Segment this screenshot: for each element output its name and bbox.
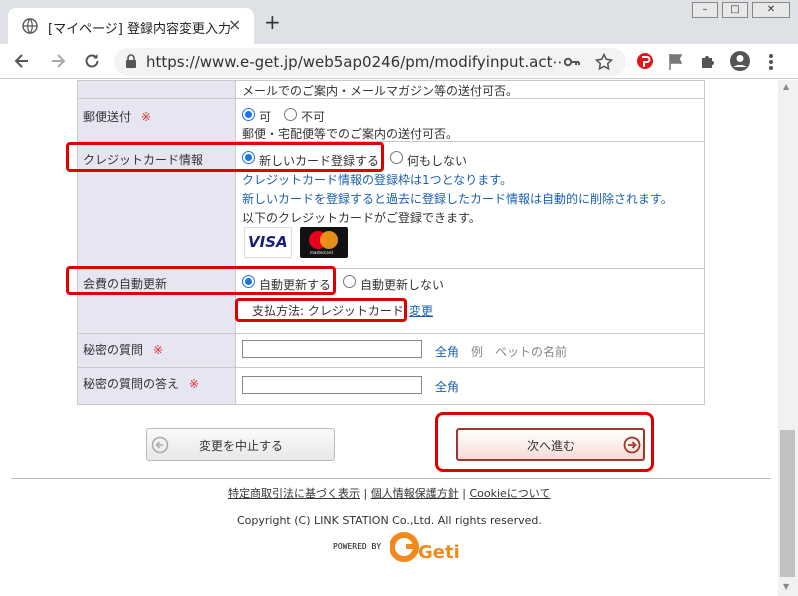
getii-logo: Getii [389, 530, 466, 564]
extensions-puzzle-icon[interactable] [699, 52, 717, 70]
cookie-link[interactable]: Cookieについて [469, 487, 550, 500]
secret-question-zen-hint: 全角 [435, 345, 460, 359]
tab-title: [マイページ] 登録内容変更入力 [48, 22, 232, 37]
privacy-policy-link[interactable]: 個人情報保護方針 [371, 487, 459, 500]
mastercard-logo: mastercard [300, 227, 348, 258]
postal-note: 郵便・宅配便等でのご案内の送付可否。 [242, 127, 459, 141]
cancel-button-label: 変更を中止する [199, 439, 284, 453]
no-auto-renew-label: 自動更新しない [360, 278, 445, 292]
row-divider [78, 333, 704, 334]
arrow-right-circle-icon [623, 436, 641, 454]
postal-no-radio[interactable] [284, 108, 297, 121]
flag-icon[interactable] [668, 53, 684, 71]
forward-icon[interactable] [48, 52, 68, 70]
highlight-credit-card [66, 142, 384, 172]
scroll-down-arrow-icon[interactable]: ▼ [783, 582, 789, 591]
no-change-radio[interactable] [390, 151, 403, 164]
visa-logo: VISA [244, 227, 292, 258]
svg-text:Getii: Getii [418, 542, 460, 563]
powered-by: POWERED BY [333, 542, 382, 551]
footer-separator: | [462, 487, 466, 500]
next-button[interactable]: 次へ進む [456, 428, 645, 461]
window-close-button[interactable]: ✕ [752, 2, 790, 18]
footer-divider [11, 478, 771, 479]
key-icon[interactable] [564, 55, 580, 69]
email-note: メールでのご案内・メールマガジン等の送付可否。 [242, 84, 519, 98]
vertical-scrollbar[interactable]: ▲ ▼ [778, 80, 798, 596]
footer-links: 特定商取引法に基づく表示 | 個人情報保護方針 | Cookieについて [228, 485, 550, 501]
footer-separator: | [363, 487, 368, 500]
secret-answer-zen-hint: 全角 [435, 380, 460, 394]
new-tab-icon[interactable]: + [264, 12, 281, 32]
row-divider [78, 98, 704, 99]
no-change-label: 何もしない [407, 154, 468, 168]
secret-question-label: 秘密の質問 ※ [83, 343, 164, 357]
secret-answer-input[interactable] [242, 376, 422, 394]
secret-answer-label: 秘密の質問の答え ※ [83, 377, 200, 391]
scrollbar-thumb[interactable] [780, 430, 795, 577]
address-bar[interactable]: https://www.e-get.jp/web5ap0246/pm/modif… [114, 48, 626, 76]
postal-yes-radio[interactable] [242, 108, 255, 121]
back-circle-icon [151, 436, 169, 454]
scroll-up-arrow-icon[interactable]: ▲ [783, 82, 789, 91]
credit-note-2: 新しいカードを登録すると過去に登録したカード情報は自動的に削除されます。 [242, 192, 673, 206]
highlight-payment-method [235, 298, 407, 322]
minimize-button[interactable]: – [692, 2, 718, 18]
bookmark-star-icon[interactable] [595, 53, 613, 71]
member-form-table: メールでのご案内・メールマガジン等の送付可否。 郵便送付 ※ 可 不可 郵便・宅配… [77, 80, 705, 405]
browser-tab-strip: [マイページ] 登録内容変更入力 × + – □ ✕ [0, 0, 798, 44]
profile-avatar-icon[interactable] [729, 50, 751, 72]
window-controls: – □ ✕ [692, 2, 790, 18]
reload-icon[interactable] [82, 52, 102, 70]
back-icon[interactable] [12, 52, 32, 70]
browser-toolbar: https://www.e-get.jp/web5ap0246/pm/modif… [0, 44, 798, 79]
postal-no-label: 不可 [301, 110, 326, 124]
maximize-button[interactable]: □ [722, 2, 748, 18]
lock-icon [126, 54, 136, 68]
extension-red-icon[interactable] [636, 52, 654, 72]
postal-yes-label: 可 [259, 110, 272, 124]
credit-note-3: 以下のクレジットカードがご登録できます。 [242, 211, 481, 225]
browser-tab[interactable]: [マイページ] 登録内容変更入力 × [8, 8, 254, 44]
secret-question-input[interactable] [242, 340, 422, 358]
cancel-change-button[interactable]: 変更を中止する [146, 428, 335, 461]
postal-label: 郵便送付 ※ [83, 110, 152, 124]
credit-note-1: クレジットカード情報の登録枠は1つとなります。 [242, 173, 513, 187]
tab-close-icon[interactable]: × [228, 15, 241, 34]
no-auto-renew-radio[interactable] [343, 275, 356, 288]
page-content: メールでのご案内・メールマガジン等の送付可否。 郵便送付 ※ 可 不可 郵便・宅配… [0, 80, 778, 596]
change-payment-link[interactable]: 変更 [409, 302, 433, 319]
menu-dots-icon[interactable] [768, 53, 774, 71]
copyright: Copyright (C) LINK STATION Co.,Ltd. All … [237, 514, 542, 527]
next-button-label: 次へ進む [527, 439, 576, 453]
secret-question-example: 例 ペットの名前 [471, 345, 568, 359]
highlight-auto-renewal [66, 266, 336, 295]
globe-icon [22, 18, 38, 34]
commerce-law-link[interactable]: 特定商取引法に基づく表示 [228, 487, 360, 500]
url-text: https://www.e-get.jp/web5ap0246/pm/modif… [146, 53, 568, 71]
row-divider [78, 367, 704, 368]
